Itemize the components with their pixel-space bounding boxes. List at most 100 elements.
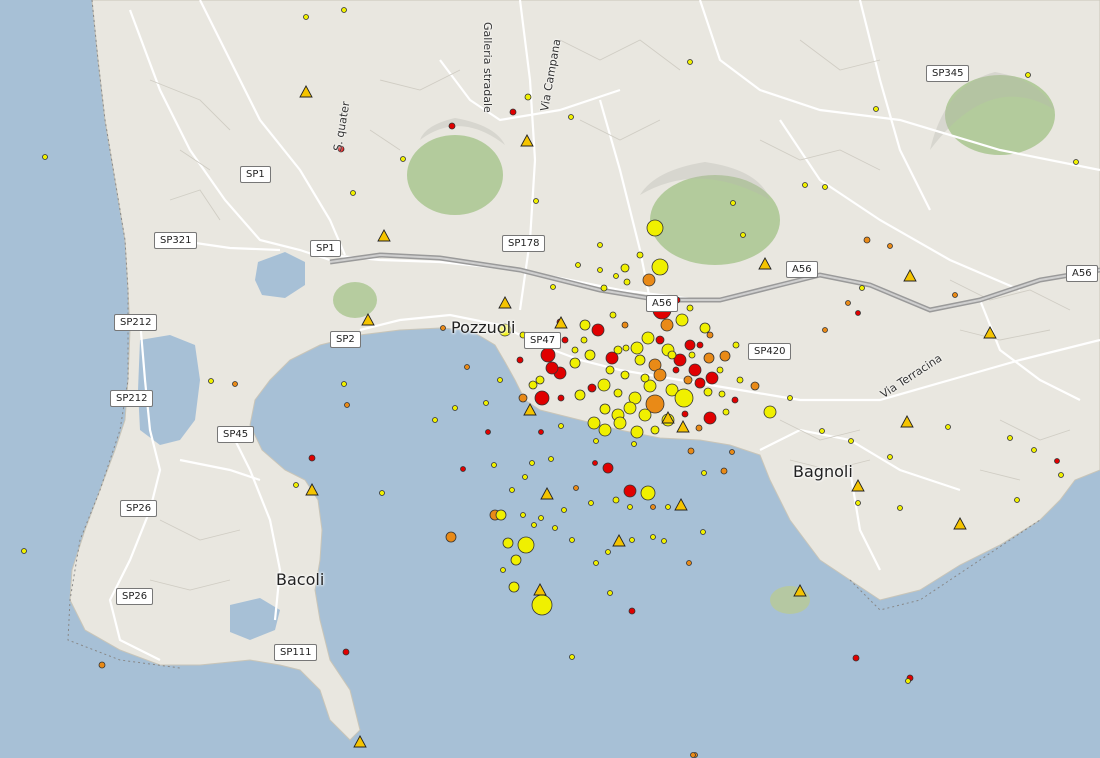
earthquake-event-marker[interactable] — [448, 122, 456, 130]
earthquake-event-marker[interactable] — [686, 304, 694, 312]
earthquake-event-marker[interactable] — [628, 607, 636, 615]
earthquake-event-marker[interactable] — [1007, 435, 1013, 441]
earthquake-event-marker[interactable] — [561, 507, 567, 513]
earthquake-event-marker[interactable] — [510, 554, 522, 566]
earthquake-event-marker[interactable] — [630, 425, 644, 439]
earthquake-event-marker[interactable] — [722, 408, 730, 416]
earthquake-event-marker[interactable] — [597, 378, 611, 392]
earthquake-event-marker[interactable] — [502, 537, 514, 549]
earthquake-event-marker[interactable] — [683, 375, 693, 385]
earthquake-event-marker[interactable] — [42, 154, 48, 160]
earthquake-event-marker[interactable] — [593, 560, 599, 566]
seismic-station-triangle-icon[interactable] — [377, 229, 391, 242]
earthquake-event-marker[interactable] — [650, 425, 660, 435]
earthquake-event-marker[interactable] — [674, 388, 694, 408]
earthquake-event-marker[interactable] — [558, 423, 564, 429]
earthquake-event-marker[interactable] — [464, 364, 470, 370]
earthquake-event-marker[interactable] — [500, 567, 506, 573]
earthquake-event-marker[interactable] — [623, 484, 637, 498]
earthquake-event-marker[interactable] — [732, 341, 740, 349]
earthquake-event-marker[interactable] — [518, 393, 528, 403]
earthquake-event-marker[interactable] — [445, 531, 457, 543]
earthquake-event-marker[interactable] — [630, 341, 644, 355]
earthquake-event-marker[interactable] — [638, 408, 652, 422]
earthquake-event-marker[interactable] — [787, 395, 793, 401]
earthquake-event-marker[interactable] — [587, 383, 597, 393]
earthquake-event-marker[interactable] — [548, 456, 554, 462]
earthquake-event-marker[interactable] — [598, 423, 612, 437]
earthquake-event-marker[interactable] — [432, 417, 438, 423]
seismic-station-triangle-icon[interactable] — [353, 735, 367, 748]
earthquake-event-marker[interactable] — [845, 300, 851, 306]
earthquake-event-marker[interactable] — [720, 467, 728, 475]
earthquake-event-marker[interactable] — [485, 429, 491, 435]
earthquake-event-marker[interactable] — [701, 470, 707, 476]
earthquake-event-marker[interactable] — [550, 284, 556, 290]
earthquake-event-marker[interactable] — [627, 504, 633, 510]
earthquake-event-marker[interactable] — [855, 500, 861, 506]
earthquake-event-marker[interactable] — [1054, 458, 1060, 464]
earthquake-event-marker[interactable] — [584, 349, 596, 361]
earthquake-event-marker[interactable] — [729, 449, 735, 455]
earthquake-event-marker[interactable] — [703, 352, 715, 364]
earthquake-event-marker[interactable] — [687, 447, 695, 455]
earthquake-event-marker[interactable] — [640, 373, 650, 383]
earthquake-event-marker[interactable] — [495, 509, 507, 521]
earthquake-event-marker[interactable] — [561, 336, 569, 344]
seismic-station-triangle-icon[interactable] — [758, 257, 772, 270]
seismic-station-triangle-icon[interactable] — [953, 517, 967, 530]
earthquake-event-marker[interactable] — [681, 410, 689, 418]
earthquake-event-marker[interactable] — [736, 376, 744, 384]
earthquake-event-marker[interactable] — [531, 522, 537, 528]
earthquake-event-marker[interactable] — [822, 184, 828, 190]
earthquake-event-marker[interactable] — [661, 538, 667, 544]
earthquake-event-marker[interactable] — [508, 581, 520, 593]
earthquake-event-marker[interactable] — [763, 405, 777, 419]
earthquake-event-marker[interactable] — [597, 267, 603, 273]
seismic-station-triangle-icon[interactable] — [361, 313, 375, 326]
earthquake-event-marker[interactable] — [98, 661, 106, 669]
seismic-station-triangle-icon[interactable] — [903, 269, 917, 282]
seismic-station-triangle-icon[interactable] — [520, 134, 534, 147]
earthquake-event-marker[interactable] — [520, 512, 526, 518]
earthquake-event-marker[interactable] — [569, 357, 581, 369]
earthquake-event-marker[interactable] — [703, 411, 717, 425]
earthquake-event-marker[interactable] — [621, 321, 629, 329]
earthquake-event-marker[interactable] — [690, 752, 696, 758]
earthquake-event-marker[interactable] — [730, 200, 736, 206]
seismic-station-triangle-icon[interactable] — [523, 403, 537, 416]
earthquake-event-marker[interactable] — [863, 236, 871, 244]
earthquake-event-marker[interactable] — [688, 351, 696, 359]
earthquake-event-marker[interactable] — [517, 536, 535, 554]
earthquake-event-marker[interactable] — [653, 368, 667, 382]
earthquake-event-marker[interactable] — [538, 515, 544, 521]
earthquake-event-marker[interactable] — [341, 7, 347, 13]
earthquake-event-marker[interactable] — [646, 219, 664, 237]
earthquake-event-marker[interactable] — [696, 341, 704, 349]
earthquake-event-marker[interactable] — [634, 354, 646, 366]
earthquake-event-marker[interactable] — [694, 377, 706, 389]
earthquake-event-marker[interactable] — [379, 490, 385, 496]
seismic-station-triangle-icon[interactable] — [793, 584, 807, 597]
map-view[interactable]: Pozzuoli Bagnoli Bacoli Galleria stradal… — [0, 0, 1100, 758]
earthquake-event-marker[interactable] — [528, 380, 538, 390]
earthquake-event-marker[interactable] — [609, 311, 617, 319]
earthquake-event-marker[interactable] — [684, 339, 696, 351]
earthquake-event-marker[interactable] — [887, 454, 893, 460]
seismic-station-triangle-icon[interactable] — [533, 583, 547, 596]
seismic-station-triangle-icon[interactable] — [983, 326, 997, 339]
earthquake-event-marker[interactable] — [731, 396, 739, 404]
earthquake-event-marker[interactable] — [705, 371, 719, 385]
earthquake-event-marker[interactable] — [400, 156, 406, 162]
earthquake-event-marker[interactable] — [522, 474, 528, 480]
earthquake-event-marker[interactable] — [593, 438, 599, 444]
earthquake-event-marker[interactable] — [531, 594, 553, 616]
earthquake-event-marker[interactable] — [897, 505, 903, 511]
earthquake-event-marker[interactable] — [613, 416, 627, 430]
earthquake-event-marker[interactable] — [699, 322, 711, 334]
seismic-station-triangle-icon[interactable] — [498, 296, 512, 309]
earthquake-event-marker[interactable] — [650, 534, 656, 540]
earthquake-event-marker[interactable] — [605, 549, 611, 555]
earthquake-event-marker[interactable] — [607, 590, 613, 596]
earthquake-event-marker[interactable] — [1025, 72, 1031, 78]
